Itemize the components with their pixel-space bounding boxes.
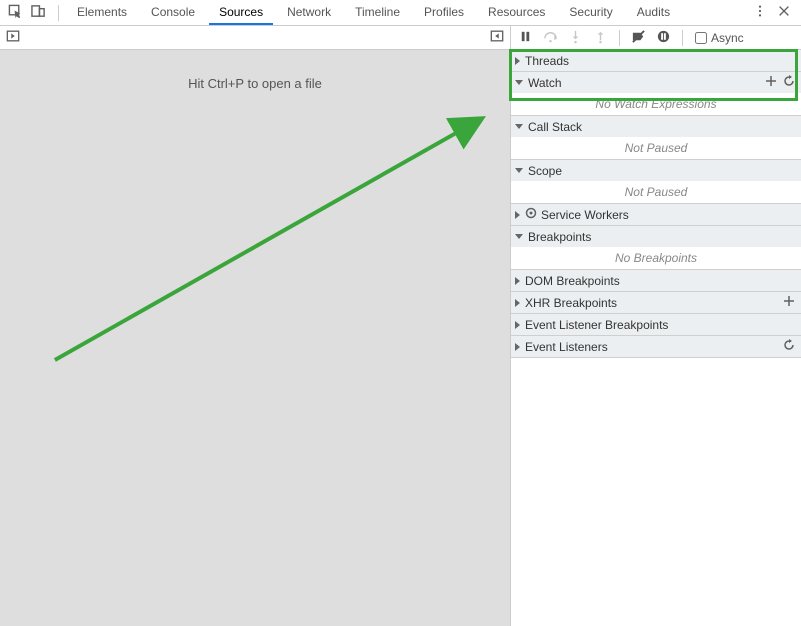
step-out-icon bbox=[590, 27, 611, 49]
section-label: Call Stack bbox=[528, 120, 795, 134]
section-label: XHR Breakpoints bbox=[525, 296, 777, 310]
inspect-element-icon[interactable] bbox=[8, 4, 23, 22]
tab-console[interactable]: Console bbox=[141, 0, 205, 25]
disclosure-triangle-icon bbox=[515, 277, 520, 285]
section-header-event-listener-breakpoints[interactable]: Event Listener Breakpoints bbox=[511, 314, 801, 335]
section-label: Breakpoints bbox=[528, 230, 795, 244]
tab-audits[interactable]: Audits bbox=[627, 0, 680, 25]
more-menu-icon[interactable] bbox=[753, 4, 767, 21]
section-event-listener-breakpoints: Event Listener Breakpoints bbox=[511, 314, 801, 336]
disclosure-triangle-icon bbox=[515, 168, 523, 173]
disclosure-triangle-icon bbox=[515, 343, 520, 351]
callstack-body: Not Paused bbox=[511, 137, 801, 159]
section-dom-breakpoints: DOM Breakpoints bbox=[511, 270, 801, 292]
section-header-xhr-breakpoints[interactable]: XHR Breakpoints bbox=[511, 292, 801, 313]
debugger-toolbar: Async bbox=[511, 26, 801, 50]
section-service-workers: Service Workers bbox=[511, 204, 801, 226]
disclosure-triangle-icon bbox=[515, 234, 523, 239]
annotation-arrow bbox=[0, 50, 510, 626]
close-devtools-icon[interactable] bbox=[777, 4, 791, 21]
async-checkbox-input[interactable] bbox=[695, 32, 707, 44]
section-header-callstack[interactable]: Call Stack bbox=[511, 116, 801, 137]
section-xhr-breakpoints: XHR Breakpoints bbox=[511, 292, 801, 314]
disclosure-triangle-icon bbox=[515, 321, 520, 329]
separator bbox=[682, 30, 683, 46]
section-label: Scope bbox=[528, 164, 795, 178]
sources-editor-pane: Hit Ctrl+P to open a file bbox=[0, 26, 511, 626]
section-watch: Watch No Watch Expressions bbox=[511, 72, 801, 116]
section-header-service-workers[interactable]: Service Workers bbox=[511, 204, 801, 225]
disclosure-triangle-icon bbox=[515, 211, 520, 219]
pause-script-icon[interactable] bbox=[515, 27, 536, 49]
tab-resources[interactable]: Resources bbox=[478, 0, 555, 25]
deactivate-breakpoints-icon[interactable] bbox=[628, 27, 649, 49]
separator bbox=[619, 30, 620, 46]
watch-body: No Watch Expressions bbox=[511, 93, 801, 115]
section-label: Service Workers bbox=[541, 208, 795, 222]
section-label: Event Listener Breakpoints bbox=[525, 318, 795, 332]
section-label: Watch bbox=[528, 76, 759, 90]
async-label: Async bbox=[711, 31, 744, 45]
section-header-threads[interactable]: Threads bbox=[511, 50, 801, 71]
tab-timeline[interactable]: Timeline bbox=[345, 0, 410, 25]
debugger-side-pane: Async Threads Watch No Watch Expressions bbox=[511, 26, 801, 626]
editor-toolbar bbox=[0, 26, 510, 50]
section-header-breakpoints[interactable]: Breakpoints bbox=[511, 226, 801, 247]
refresh-watch-icon[interactable] bbox=[783, 75, 795, 90]
disclosure-triangle-icon bbox=[515, 299, 520, 307]
tab-sources[interactable]: Sources bbox=[209, 0, 273, 25]
refresh-event-listeners-icon[interactable] bbox=[783, 339, 795, 354]
section-label: Event Listeners bbox=[525, 340, 777, 354]
tab-network[interactable]: Network bbox=[277, 0, 341, 25]
scope-body: Not Paused bbox=[511, 181, 801, 203]
gear-icon bbox=[525, 207, 537, 222]
editor-body: Hit Ctrl+P to open a file bbox=[0, 50, 510, 626]
section-event-listeners: Event Listeners bbox=[511, 336, 801, 358]
section-header-event-listeners[interactable]: Event Listeners bbox=[511, 336, 801, 357]
pause-on-exceptions-icon[interactable] bbox=[653, 27, 674, 49]
devtools-tabbar: Elements Console Sources Network Timelin… bbox=[0, 0, 801, 26]
device-toolbar-icon[interactable] bbox=[31, 4, 46, 22]
step-over-icon bbox=[540, 27, 561, 49]
tab-profiles[interactable]: Profiles bbox=[414, 0, 474, 25]
tab-security[interactable]: Security bbox=[559, 0, 622, 25]
tab-elements[interactable]: Elements bbox=[67, 0, 137, 25]
separator bbox=[58, 5, 59, 21]
disclosure-triangle-icon bbox=[515, 57, 520, 65]
section-callstack: Call Stack Not Paused bbox=[511, 116, 801, 160]
navigator-toggle-icon[interactable] bbox=[6, 29, 20, 46]
section-header-scope[interactable]: Scope bbox=[511, 160, 801, 181]
disclosure-triangle-icon bbox=[515, 80, 523, 85]
add-xhr-breakpoint-icon[interactable] bbox=[783, 295, 795, 310]
section-scope: Scope Not Paused bbox=[511, 160, 801, 204]
disclosure-triangle-icon bbox=[515, 124, 523, 129]
editor-hint-text: Hit Ctrl+P to open a file bbox=[0, 76, 510, 91]
section-breakpoints: Breakpoints No Breakpoints bbox=[511, 226, 801, 270]
section-label: DOM Breakpoints bbox=[525, 274, 795, 288]
breakpoints-body: No Breakpoints bbox=[511, 247, 801, 269]
async-checkbox[interactable]: Async bbox=[695, 31, 744, 45]
debugger-toggle-icon[interactable] bbox=[490, 29, 504, 46]
step-into-icon bbox=[565, 27, 586, 49]
section-label: Threads bbox=[525, 54, 795, 68]
section-header-dom-breakpoints[interactable]: DOM Breakpoints bbox=[511, 270, 801, 291]
section-header-watch[interactable]: Watch bbox=[511, 72, 801, 93]
add-watch-icon[interactable] bbox=[765, 75, 777, 90]
section-threads: Threads bbox=[511, 50, 801, 72]
